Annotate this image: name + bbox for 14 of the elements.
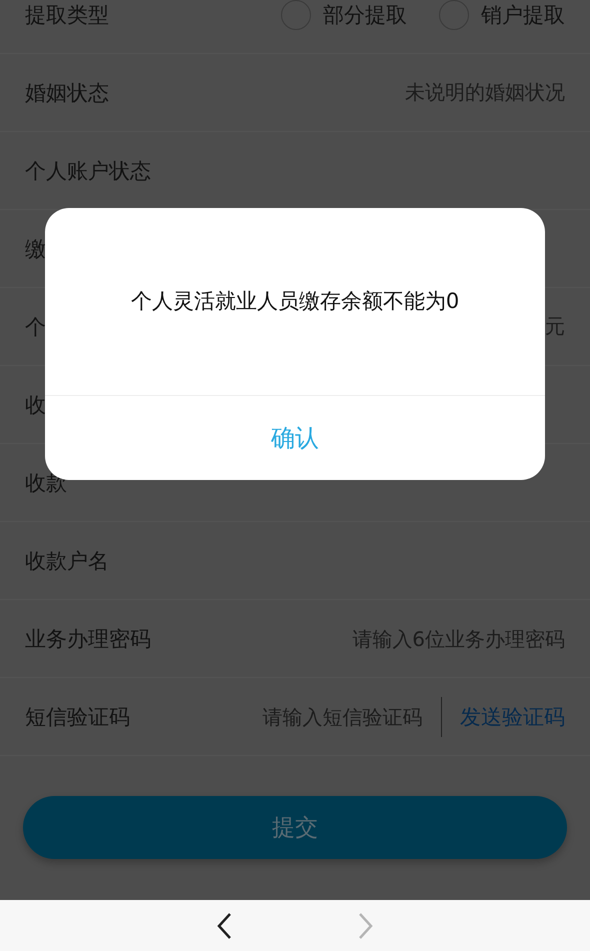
dialog-message: 个人灵活就业人员缴存余额不能为0 <box>130 288 460 315</box>
field-label: 个 <box>25 314 46 340</box>
field-label: 收 <box>25 392 46 418</box>
field-label: 婚姻状态 <box>25 80 109 106</box>
send-code-link[interactable]: 发送验证码 <box>460 702 565 730</box>
submit-button[interactable]: 提交 <box>23 796 567 859</box>
field-label: 缴 <box>25 236 46 262</box>
field-label: 短信验证码 <box>25 704 130 730</box>
field-label: 个人账户状态 <box>25 158 151 184</box>
field-label: 业务办理密码 <box>25 626 151 652</box>
field-label: 提取类型 <box>25 2 109 28</box>
radio-label[interactable]: 销户提取 <box>481 0 565 28</box>
field-label: 收款户名 <box>25 548 109 574</box>
radio-label[interactable]: 部分提取 <box>323 0 407 28</box>
